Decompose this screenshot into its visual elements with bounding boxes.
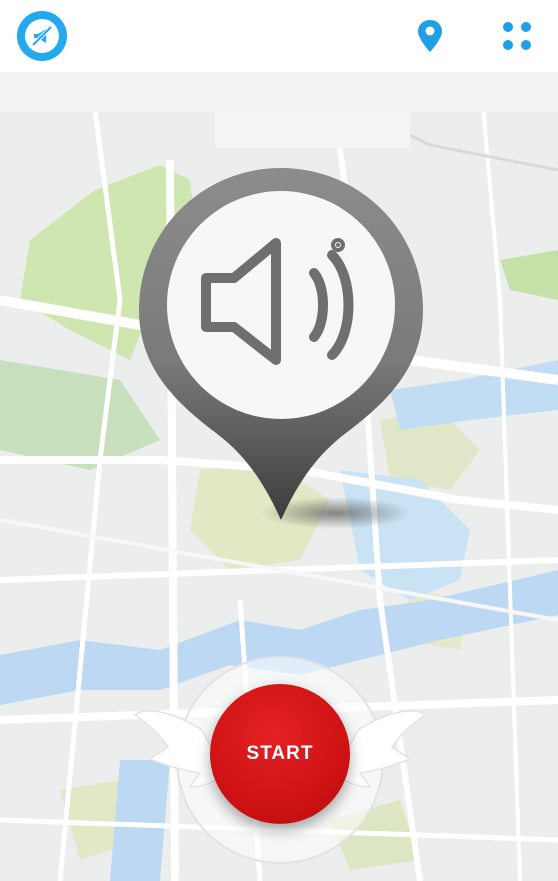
grid-dots-icon	[503, 22, 531, 50]
speaker-location-pin	[136, 165, 426, 530]
app-logo-icon[interactable]	[17, 11, 67, 61]
start-button-label: START	[246, 743, 314, 764]
megaphone-slash-icon	[25, 19, 59, 53]
top-bar	[0, 0, 558, 72]
menu-grid-button[interactable]	[500, 19, 534, 53]
location-button[interactable]	[414, 18, 446, 54]
map-pin-icon	[418, 20, 442, 52]
start-button[interactable]: START	[210, 684, 350, 824]
